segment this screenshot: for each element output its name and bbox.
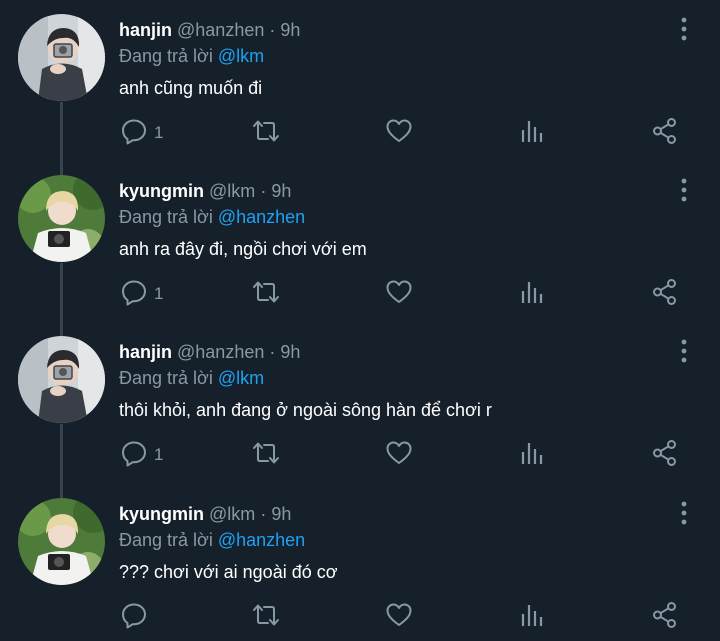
reply-button[interactable]: 1 xyxy=(120,279,163,309)
timestamp[interactable]: 9h xyxy=(271,181,291,201)
replying-to: Đang trả lời @lkm xyxy=(119,367,264,389)
retweet-button[interactable] xyxy=(251,602,281,632)
tweet-header: hanjin @hanzhen · 9h xyxy=(119,341,300,363)
retweet-icon xyxy=(251,439,281,472)
share-icon xyxy=(651,278,679,311)
analytics-icon xyxy=(519,439,545,472)
share-button[interactable] xyxy=(651,278,679,311)
mention-link[interactable]: @lkm xyxy=(218,368,264,388)
share-icon xyxy=(651,439,679,472)
replying-to: Đang trả lời @hanzhen xyxy=(119,529,305,551)
tweet[interactable]: kyungmin @lkm · 9h Đang trả lời @hanzhen… xyxy=(0,484,720,641)
separator-dot: · xyxy=(269,20,281,40)
retweet-button[interactable] xyxy=(251,279,281,309)
replying-prefix: Đang trả lời xyxy=(119,530,213,550)
reply-icon xyxy=(120,117,148,150)
replying-prefix: Đang trả lời xyxy=(119,46,213,66)
more-vertical-icon[interactable] xyxy=(674,500,694,526)
mention-link[interactable]: @hanzhen xyxy=(218,207,305,227)
mention-link[interactable]: @lkm xyxy=(218,46,264,66)
separator-dot: · xyxy=(260,181,272,201)
reply-button[interactable]: 1 xyxy=(120,118,163,148)
mention-link[interactable]: @hanzhen xyxy=(218,530,305,550)
analytics-icon xyxy=(519,117,545,150)
user-handle[interactable]: @lkm xyxy=(209,504,255,524)
tweet-header: hanjin @hanzhen · 9h xyxy=(119,19,300,41)
display-name[interactable]: kyungmin xyxy=(119,181,204,201)
tweet-text: thôi khỏi, anh đang ở ngoài sông hàn để … xyxy=(119,400,492,420)
tweet[interactable]: hanjin @hanzhen · 9h Đang trả lời @lkm a… xyxy=(0,0,720,161)
share-icon xyxy=(651,117,679,150)
like-button[interactable] xyxy=(385,279,413,309)
reply-button[interactable] xyxy=(120,602,154,632)
user-handle[interactable]: @lkm xyxy=(209,181,255,201)
like-icon xyxy=(385,439,413,472)
tweet-actions xyxy=(0,601,720,634)
analytics-button[interactable] xyxy=(519,602,545,632)
user-handle[interactable]: @hanzhen xyxy=(177,342,264,362)
replying-prefix: Đang trả lời xyxy=(119,207,213,227)
more-vertical-icon[interactable] xyxy=(674,177,694,203)
share-button[interactable] xyxy=(651,601,679,634)
like-icon xyxy=(385,278,413,311)
display-name[interactable]: hanjin xyxy=(119,342,172,362)
tweet-text: ??? chơi với ai ngoài đó cơ xyxy=(119,562,338,582)
user-handle[interactable]: @hanzhen xyxy=(177,20,264,40)
tweet[interactable]: kyungmin @lkm · 9h Đang trả lời @hanzhen… xyxy=(0,161,720,322)
retweet-icon xyxy=(251,278,281,311)
replying-prefix: Đang trả lời xyxy=(119,368,213,388)
avatar[interactable] xyxy=(18,175,105,262)
share-button[interactable] xyxy=(651,439,679,472)
tweet-text: anh ra đây đi, ngồi chơi với em xyxy=(119,239,367,259)
retweet-icon xyxy=(251,117,281,150)
like-button[interactable] xyxy=(385,602,413,632)
replying-to: Đang trả lời @lkm xyxy=(119,45,264,67)
tweet-text: anh cũng muốn đi xyxy=(119,78,263,98)
more-vertical-icon[interactable] xyxy=(674,338,694,364)
tweet-actions: 1 xyxy=(0,439,720,472)
display-name[interactable]: kyungmin xyxy=(119,504,204,524)
more-vertical-icon[interactable] xyxy=(674,16,694,42)
analytics-icon xyxy=(519,278,545,311)
retweet-button[interactable] xyxy=(251,118,281,148)
like-icon xyxy=(385,601,413,634)
separator-dot: · xyxy=(260,504,272,524)
like-button[interactable] xyxy=(385,440,413,470)
reply-icon xyxy=(120,601,148,634)
separator-dot: · xyxy=(269,342,281,362)
reply-count: 1 xyxy=(154,445,164,464)
avatar[interactable] xyxy=(18,498,105,585)
reply-count: 1 xyxy=(154,284,164,303)
reply-icon xyxy=(120,278,148,311)
like-icon xyxy=(385,117,413,150)
reply-count: 1 xyxy=(154,123,164,142)
tweet-actions: 1 xyxy=(0,278,720,311)
retweet-icon xyxy=(251,601,281,634)
timestamp[interactable]: 9h xyxy=(280,20,300,40)
reply-button[interactable]: 1 xyxy=(120,440,163,470)
timestamp[interactable]: 9h xyxy=(280,342,300,362)
tweet-actions: 1 xyxy=(0,117,720,150)
retweet-button[interactable] xyxy=(251,440,281,470)
timestamp[interactable]: 9h xyxy=(271,504,291,524)
reply-icon xyxy=(120,439,148,472)
analytics-button[interactable] xyxy=(519,279,545,309)
avatar[interactable] xyxy=(18,336,105,423)
tweet-header: kyungmin @lkm · 9h xyxy=(119,180,291,202)
like-button[interactable] xyxy=(385,118,413,148)
analytics-button[interactable] xyxy=(519,440,545,470)
tweet[interactable]: hanjin @hanzhen · 9h Đang trả lời @lkm t… xyxy=(0,322,720,483)
replying-to: Đang trả lời @hanzhen xyxy=(119,206,305,228)
analytics-button[interactable] xyxy=(519,118,545,148)
share-icon xyxy=(651,601,679,634)
display-name[interactable]: hanjin xyxy=(119,20,172,40)
analytics-icon xyxy=(519,601,545,634)
tweet-header: kyungmin @lkm · 9h xyxy=(119,503,291,525)
avatar[interactable] xyxy=(18,14,105,101)
share-button[interactable] xyxy=(651,117,679,150)
